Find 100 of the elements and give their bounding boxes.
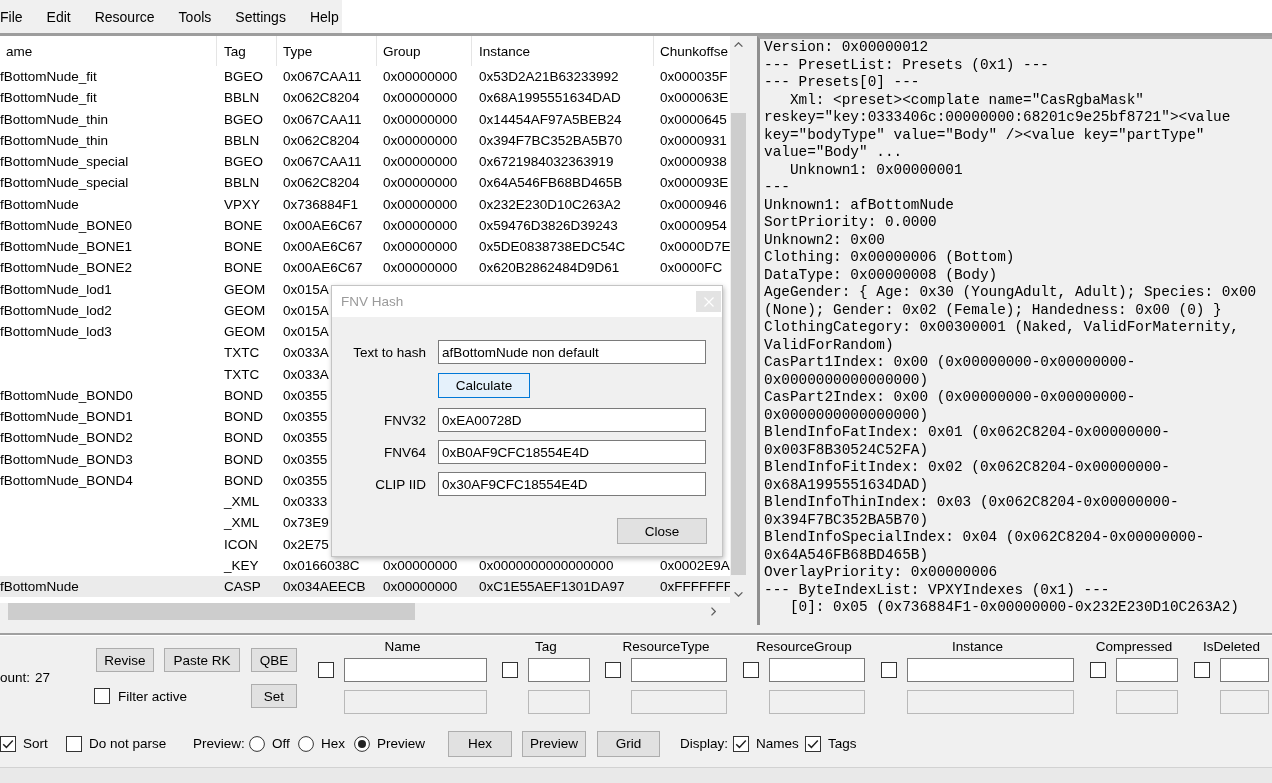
filter-label: Tag <box>535 639 557 654</box>
table-cell: VPXY <box>224 196 261 212</box>
table-row[interactable]: fBottomNude_special BBLN 0x062C8204 0x00000000 0x64A546FB68BD465B 0x000093E <box>0 172 730 194</box>
text-field[interactable]: afBottomNude non default <box>438 340 706 364</box>
preview-line: BlendInfoThinIndex: 0x03 (0x062C8204-0x00000000- <box>764 494 1179 510</box>
column-header[interactable]: Type <box>277 36 377 66</box>
table-cell: fBottomNude <box>0 579 79 595</box>
table-row[interactable]: _KEY 0x0166038C 0x00000000 0x0000000000000000 0x0002E9A <box>0 554 730 576</box>
checkbox[interactable] <box>805 735 821 752</box>
table-cell: 0x015A <box>283 324 329 340</box>
menu-item[interactable]: Resource <box>94 8 155 25</box>
checkbox[interactable] <box>66 735 82 752</box>
menu-item[interactable]: Edit <box>46 8 71 25</box>
checkbox[interactable] <box>0 735 16 752</box>
table-row[interactable]: fBottomNude_BONE1 BONE 0x00AE6C67 0x00000000 0x5DE0838738EDC54C 0x0000D7E <box>0 236 730 258</box>
input-field[interactable] <box>344 658 487 682</box>
preview-line: --- PresetList: Presets (0x1) --- <box>764 56 1049 73</box>
set-button[interactable]: Set <box>251 684 297 708</box>
chevron-right-icon[interactable] <box>711 607 716 616</box>
table-cell: 0x73E9 <box>283 515 329 531</box>
table-cell: 0x00000000 <box>383 239 458 255</box>
table-row[interactable]: fBottomNude_BONE2 BONE 0x00AE6C67 0x00000000 0x620B2862484D9D61 0x0000FC <box>0 257 730 279</box>
table-cell: 0x062C8204 <box>283 175 360 191</box>
table-cell: BBLN <box>224 132 260 148</box>
scrollbar-thumb[interactable] <box>731 113 746 575</box>
checkbox[interactable] <box>318 662 334 678</box>
checkbox[interactable] <box>743 662 759 678</box>
table-cell: 0x232E230D10C263A2 <box>479 196 621 212</box>
checkbox[interactable] <box>881 662 897 678</box>
table-cell: BOND <box>224 409 263 425</box>
checkbox[interactable] <box>1194 662 1210 678</box>
action-button[interactable]: QBE <box>251 648 297 672</box>
field-label: CLIP IID <box>375 476 426 492</box>
dialog-button[interactable]: Close <box>617 518 707 544</box>
filter-label: Compressed <box>1095 639 1173 654</box>
table-cell: TXTC <box>224 345 260 361</box>
view-button[interactable]: Grid <box>597 730 660 757</box>
preview-line: 0x003F8B30524C52FA) <box>764 441 929 458</box>
view-button[interactable]: Preview <box>522 730 586 757</box>
display-label: Display: <box>680 736 728 751</box>
input-field[interactable] <box>528 658 590 682</box>
table-cell: 0x000093E <box>660 175 729 191</box>
table-row[interactable]: fBottomNude_fit BGEO 0x067CAA11 0x00000000 0x53D2A21B63233992 0x000035F <box>0 66 730 88</box>
radio-button[interactable] <box>298 735 314 752</box>
column-header[interactable]: ame <box>0 36 217 66</box>
dialog-button[interactable]: Calculate <box>438 373 530 398</box>
checkbox[interactable] <box>605 662 621 678</box>
preview-line: Unknown2: 0x00 <box>764 231 885 248</box>
column-header[interactable]: Chunkoffse <box>654 36 730 66</box>
table-cell: fBottomNude_lod2 <box>0 302 112 318</box>
table-cell: 0x68A1995551634DAD <box>479 90 621 106</box>
input-field[interactable] <box>907 658 1074 682</box>
table-cell: 0x0000931 <box>660 132 727 148</box>
menu-item[interactable]: Help <box>309 8 339 25</box>
table-cell: 0x00000000 <box>383 175 458 191</box>
table-cell: fBottomNude_BONE2 <box>0 260 133 276</box>
table-row[interactable]: fBottomNude_BONE0 BONE 0x00AE6C67 0x00000000 0x59476D3826D39243 0x0000954 <box>0 214 730 236</box>
menu-item[interactable]: File <box>0 8 23 25</box>
column-header[interactable]: Tag <box>217 36 277 66</box>
preview-line: ValidForRandom) <box>764 336 894 353</box>
menu-item[interactable]: Settings <box>235 8 286 25</box>
column-header[interactable]: Instance <box>472 36 654 66</box>
table-row[interactable]: fBottomNude_special BGEO 0x067CAA11 0x00000000 0x6721984032363919 0x0000938 <box>0 151 730 173</box>
table-cell: 0xC1E55AEF1301DA97 <box>479 579 625 595</box>
table-cell: 0x0002E9A <box>660 557 730 573</box>
chevron-up-icon[interactable] <box>734 42 743 47</box>
input-field[interactable] <box>1220 658 1269 682</box>
text-field[interactable]: 0xB0AF9CFC18554E4D <box>438 440 706 464</box>
column-header[interactable]: Group <box>377 36 472 66</box>
radio-button[interactable] <box>354 735 370 752</box>
table-row[interactable]: fBottomNude VPXY 0x736884F1 0x00000000 0x232E230D10C263A2 0x0000946 <box>0 193 730 215</box>
chevron-down-icon[interactable] <box>734 592 743 597</box>
table-row[interactable]: fBottomNude_thin BBLN 0x062C8204 0x00000000 0x394F7BC352BA5B70 0x0000931 <box>0 129 730 151</box>
scrollbar-thumb[interactable] <box>8 603 415 620</box>
table-cell: 0x59476D3826D39243 <box>479 217 618 233</box>
checkbox[interactable] <box>502 662 518 678</box>
menu-item[interactable]: Tools <box>178 8 212 25</box>
checkbox[interactable] <box>94 688 110 704</box>
field-label: FNV64 <box>383 444 426 460</box>
table-cell: BONE <box>224 239 263 255</box>
table-row[interactable]: fBottomNude_fit BBLN 0x062C8204 0x00000000 0x68A1995551634DAD 0x000063E <box>0 87 730 109</box>
checkbox[interactable] <box>1090 662 1106 678</box>
radio-button[interactable] <box>249 735 265 752</box>
table-cell: GEOM <box>224 281 266 297</box>
table-row[interactable]: fBottomNude_thin BGEO 0x067CAA11 0x00000000 0x14454AF97A5BEB24 0x0000645 <box>0 108 730 130</box>
table-cell: 0x00AE6C67 <box>283 217 363 233</box>
checkbox[interactable] <box>733 735 749 752</box>
table-cell: 0x0355 <box>283 430 328 446</box>
table-cell: 0x00000000 <box>383 557 458 573</box>
table-cell: 0x00AE6C67 <box>283 260 363 276</box>
input-field[interactable] <box>631 658 727 682</box>
table-cell: BGEO <box>224 154 263 170</box>
table-cell: fBottomNude <box>0 196 79 212</box>
action-button[interactable]: Paste RK <box>164 648 240 672</box>
text-field[interactable]: 0x30AF9CFC18554E4D <box>438 472 706 496</box>
action-button[interactable]: Revise <box>96 648 154 672</box>
view-button[interactable]: Hex <box>448 730 512 757</box>
input-field[interactable] <box>1116 658 1178 682</box>
input-field[interactable] <box>769 658 865 682</box>
text-field[interactable]: 0xEA00728D <box>438 408 706 432</box>
